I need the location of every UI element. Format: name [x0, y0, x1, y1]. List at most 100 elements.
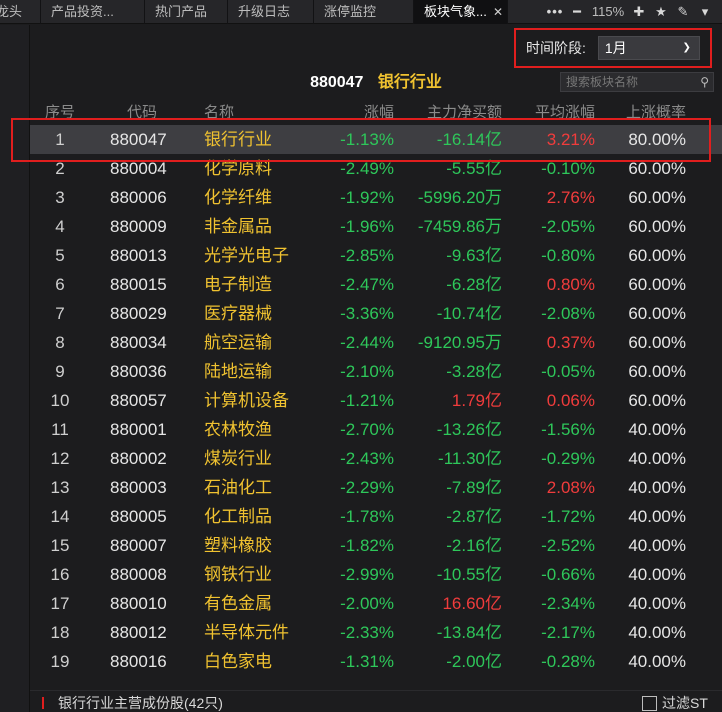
row-name: 煤炭行业	[204, 449, 272, 468]
col-change[interactable]: 涨幅	[364, 101, 394, 125]
pencil-icon[interactable]: ✎	[672, 4, 694, 20]
table-row[interactable]: 10 880057 计算机设备 -1.21% 1.79亿 0.06% 60.00%	[30, 386, 722, 415]
tab-limit-up-monitor[interactable]: 涨停监控	[314, 0, 414, 24]
row-index: 5	[55, 246, 65, 265]
row-avg-change: -2.17%	[541, 623, 595, 642]
row-change: -2.49%	[340, 159, 394, 178]
row-up-prob: 60.00%	[628, 391, 686, 410]
star-icon[interactable]: ★	[650, 4, 672, 20]
table-row[interactable]: 5 880013 光学光电子 -2.85% -9.63亿 -0.80% 60.00%	[30, 241, 722, 270]
row-avg-change: -2.05%	[541, 217, 595, 236]
footer: 银行行业主营成份股(42只) 过滤ST	[30, 690, 722, 712]
tab-longtou[interactable]: 龙头	[0, 0, 41, 24]
row-index: 11	[51, 420, 69, 439]
row-code: 880004	[110, 159, 167, 178]
row-net-buy: -3.28亿	[446, 362, 502, 381]
row-change: -1.13%	[340, 130, 394, 149]
sector-code: 880047	[310, 74, 364, 91]
table-row[interactable]: 2 880004 化学原料 -2.49% -5.55亿 -0.10% 60.00%	[30, 154, 722, 183]
more-icon[interactable]: •••	[544, 4, 566, 19]
row-avg-change: -0.10%	[541, 159, 595, 178]
col-net-buy[interactable]: 主力净买额	[427, 101, 502, 125]
zoom-out-icon[interactable]: ━	[566, 4, 588, 20]
row-index: 4	[55, 217, 65, 236]
row-net-buy: -13.84亿	[436, 623, 502, 642]
table-row[interactable]: 6 880015 电子制造 -2.47% -6.28亿 0.80% 60.00%	[30, 270, 722, 299]
row-name: 银行行业	[204, 130, 272, 149]
row-net-buy: -9.63亿	[446, 246, 502, 265]
col-avg-change[interactable]: 平均涨幅	[535, 101, 595, 125]
table-row[interactable]: 9 880036 陆地运输 -2.10% -3.28亿 -0.05% 60.00%	[30, 357, 722, 386]
row-change: -1.78%	[340, 507, 394, 526]
table-row[interactable]: 14 880005 化工制品 -1.78% -2.87亿 -1.72% 40.00%	[30, 502, 722, 531]
row-code: 880001	[110, 420, 167, 439]
search-input[interactable]: 搜索板块名称 ⚲	[560, 72, 714, 92]
col-code[interactable]: 代码	[127, 101, 157, 125]
row-up-prob: 60.00%	[628, 217, 686, 236]
row-avg-change: -0.28%	[541, 652, 595, 671]
row-up-prob: 60.00%	[628, 275, 686, 294]
close-icon[interactable]: ✕	[493, 0, 503, 24]
row-code: 880057	[110, 391, 167, 410]
table-row[interactable]: 3 880006 化学纤维 -1.92% -5996.20万 2.76% 60.00%	[30, 183, 722, 212]
row-name: 塑料橡胶	[204, 536, 272, 555]
table-row[interactable]: 13 880003 石油化工 -2.29% -7.89亿 2.08% 40.00%	[30, 473, 722, 502]
row-up-prob: 40.00%	[628, 652, 686, 671]
row-code: 880015	[110, 275, 167, 294]
row-change: -3.36%	[340, 304, 394, 323]
checkbox-icon[interactable]	[642, 696, 657, 711]
tab-upgrade-log[interactable]: 升级日志	[228, 0, 314, 24]
row-name: 半导体元件	[204, 623, 289, 642]
col-up-prob[interactable]: 上涨概率	[626, 101, 686, 125]
row-name: 医疗器械	[204, 304, 272, 323]
table-row[interactable]: 11 880001 农林牧渔 -2.70% -13.26亿 -1.56% 40.00%	[30, 415, 722, 444]
zoom-in-icon[interactable]: ✚	[628, 4, 650, 20]
row-up-prob: 40.00%	[628, 420, 686, 439]
dropdown-icon[interactable]: ▾	[694, 4, 716, 20]
row-index: 16	[50, 565, 70, 584]
row-change: -1.96%	[340, 217, 394, 236]
table-row[interactable]: 12 880002 煤炭行业 -2.43% -11.30亿 -0.29% 40.00%	[30, 444, 722, 473]
row-index: 15	[50, 536, 70, 555]
row-avg-change: -0.05%	[541, 362, 595, 381]
table-row[interactable]: 16 880008 钢铁行业 -2.99% -10.55亿 -0.66% 40.00%	[30, 560, 722, 589]
sector-name: 银行行业	[377, 74, 442, 91]
tab-sector-weather[interactable]: 板块气象... ✕	[414, 0, 508, 24]
tab-hot-products[interactable]: 热门产品	[145, 0, 228, 24]
row-change: -1.82%	[340, 536, 394, 555]
period-dropdown[interactable]: 1月 ❯	[597, 36, 700, 60]
table-row[interactable]: 4 880009 非金属品 -1.96% -7459.86万 -2.05% 60.00%	[30, 212, 722, 241]
table-row[interactable]: 17 880010 有色金属 -2.00% 16.60亿 -2.34% 40.00%	[30, 589, 722, 618]
row-code: 880034	[110, 333, 167, 352]
search-icon[interactable]: ⚲	[700, 73, 709, 91]
row-up-prob: 40.00%	[628, 449, 686, 468]
row-change: -2.29%	[340, 478, 394, 497]
row-code: 880008	[110, 565, 167, 584]
row-up-prob: 80.00%	[628, 130, 686, 149]
table-row[interactable]: 19 880016 白色家电 -1.31% -2.00亿 -0.28% 40.00%	[30, 647, 722, 676]
period-selector: 时间阶段: 1月 ❯	[514, 28, 712, 68]
row-up-prob: 60.00%	[628, 304, 686, 323]
filter-st-checkbox[interactable]: 过滤ST	[642, 693, 708, 712]
row-code: 880047	[110, 130, 167, 149]
tab-product-invest[interactable]: 产品投资...	[41, 0, 145, 24]
table-row[interactable]: 18 880012 半导体元件 -2.33% -13.84亿 -2.17% 40.00%	[30, 618, 722, 647]
window-toolbar: ••• ━ 115% ✚ ★ ✎ ▾	[508, 0, 722, 23]
table-row[interactable]: 7 880029 医疗器械 -3.36% -10.74亿 -2.08% 60.00%	[30, 299, 722, 328]
col-name[interactable]: 名称	[204, 101, 234, 125]
row-index: 2	[55, 159, 65, 178]
row-code: 880016	[110, 652, 167, 671]
table-row[interactable]: 8 880034 航空运输 -2.44% -9120.95万 0.37% 60.00%	[30, 328, 722, 357]
table-row[interactable]: 15 880007 塑料橡胶 -1.82% -2.16亿 -2.52% 40.00%	[30, 531, 722, 560]
col-index[interactable]: 序号	[30, 101, 90, 125]
row-net-buy: -2.16亿	[446, 536, 502, 555]
row-up-prob: 60.00%	[628, 246, 686, 265]
row-net-buy: -11.30亿	[438, 449, 502, 468]
row-up-prob: 40.00%	[628, 565, 686, 584]
table-row[interactable]: 1 880047 银行行业 -1.13% -16.14亿 3.21% 80.00%	[30, 125, 722, 154]
filter-st-label: 过滤ST	[662, 695, 708, 711]
row-name: 白色家电	[204, 652, 272, 671]
row-avg-change: 2.76%	[546, 188, 595, 207]
chevron-down-icon: ❯	[682, 42, 691, 53]
row-net-buy: -2.00亿	[446, 652, 502, 671]
